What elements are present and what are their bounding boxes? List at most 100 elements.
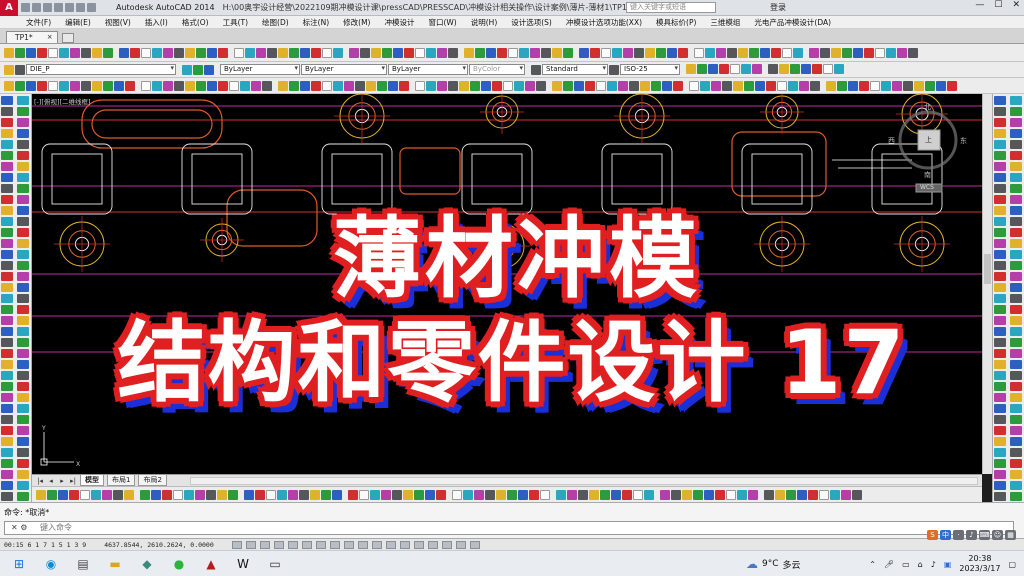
- toolbar-tool-icon[interactable]: [278, 80, 288, 91]
- toolbar-tool-icon[interactable]: [119, 47, 129, 58]
- status-toggle-button[interactable]: [357, 540, 368, 549]
- menu-item[interactable]: 编辑(E): [65, 17, 91, 28]
- toolbar-tool-icon[interactable]: [392, 489, 402, 500]
- side-tool-icon[interactable]: [17, 426, 29, 435]
- toolbar-tool-icon[interactable]: [686, 63, 696, 74]
- toolbar-tool-icon[interactable]: [256, 47, 266, 58]
- toolbar-tool-icon[interactable]: [812, 63, 822, 74]
- toolbar-tool-icon[interactable]: [366, 80, 376, 91]
- tab-layout1[interactable]: 布局1: [107, 475, 136, 486]
- toolbar-tool-icon[interactable]: [130, 47, 140, 58]
- side-tool-icon[interactable]: [1010, 162, 1022, 171]
- toolbar-tool-icon[interactable]: [830, 489, 840, 500]
- toolbar-tool-icon[interactable]: [425, 489, 435, 500]
- toolbar-tool-icon[interactable]: [748, 489, 758, 500]
- status-toggle-button[interactable]: [259, 540, 270, 549]
- toolbar-tool-icon[interactable]: [947, 80, 957, 91]
- status-toggle-button[interactable]: [273, 540, 284, 549]
- toolbar-tool-icon[interactable]: [697, 63, 707, 74]
- toolbar-tool-icon[interactable]: [382, 47, 392, 58]
- show-hidden-icon[interactable]: ⌃: [869, 560, 876, 569]
- side-tool-icon[interactable]: [994, 426, 1006, 435]
- toolbar-tool-icon[interactable]: [262, 80, 272, 91]
- toolbar-tool-icon[interactable]: [151, 489, 161, 500]
- toolbar-tool-icon[interactable]: [333, 47, 343, 58]
- next-tab-icon[interactable]: ▸: [58, 477, 66, 485]
- toolbar-tool-icon[interactable]: [892, 80, 902, 91]
- toolbar-tool-icon[interactable]: [267, 47, 277, 58]
- status-toggle-button[interactable]: [427, 540, 438, 549]
- toolbar-tool-icon[interactable]: [556, 489, 566, 500]
- file-explorer-icon[interactable]: ▬: [102, 553, 128, 575]
- toolbar-tool-icon[interactable]: [475, 47, 485, 58]
- toolbar-tool-icon[interactable]: [414, 489, 424, 500]
- toolbar-tool-icon[interactable]: [730, 63, 740, 74]
- toolbar-tool-icon[interactable]: [234, 47, 244, 58]
- wechat-icon[interactable]: ●: [166, 553, 192, 575]
- prev-tab-icon[interactable]: ◂: [47, 477, 55, 485]
- toolbar-tool-icon[interactable]: [81, 80, 91, 91]
- menu-item[interactable]: 冲模设计选项功能(XX): [566, 17, 642, 28]
- toolbar-tool-icon[interactable]: [705, 47, 715, 58]
- status-toggle-button[interactable]: [469, 540, 480, 549]
- toolbar-tool-icon[interactable]: [113, 489, 123, 500]
- toolbar-tool-icon[interactable]: [92, 47, 102, 58]
- viewcube-west[interactable]: 西: [888, 136, 895, 146]
- toolbar-tool-icon[interactable]: [722, 80, 732, 91]
- status-toggle-button[interactable]: [231, 540, 242, 549]
- toolbar-tool-icon[interactable]: [667, 47, 677, 58]
- status-toggle-button[interactable]: [315, 540, 326, 549]
- new-icon[interactable]: [21, 3, 30, 12]
- toolbar-tool-icon[interactable]: [819, 489, 829, 500]
- toolbar-tool-icon[interactable]: [377, 80, 387, 91]
- toolbar-tool-icon[interactable]: [4, 80, 14, 91]
- toolbar-tool-icon[interactable]: [415, 80, 425, 91]
- toolbar-tool-icon[interactable]: [497, 47, 507, 58]
- toolbar-tool-icon[interactable]: [70, 47, 80, 58]
- toolbar-tool-icon[interactable]: [37, 80, 47, 91]
- toolbar-tool-icon[interactable]: [733, 80, 743, 91]
- side-tool-icon[interactable]: [1010, 492, 1022, 501]
- toolbar-tool-icon[interactable]: [464, 47, 474, 58]
- toolbar-tool-icon[interactable]: [58, 489, 68, 500]
- toolbar-tool-icon[interactable]: [837, 80, 847, 91]
- toolbar-tool-icon[interactable]: [629, 80, 639, 91]
- toolbar-tool-icon[interactable]: [245, 47, 255, 58]
- toolbar-tool-icon[interactable]: [589, 489, 599, 500]
- toolbar-tool-icon[interactable]: [332, 489, 342, 500]
- layer-select[interactable]: DIE_P: [26, 64, 176, 75]
- toolbar-tool-icon[interactable]: [864, 47, 874, 58]
- toolbar-tool-icon[interactable]: [141, 47, 151, 58]
- video-app-icon[interactable]: ▭: [262, 553, 288, 575]
- lineweight-select[interactable]: ByLayer: [388, 64, 468, 75]
- toolbar-tool-icon[interactable]: [579, 47, 589, 58]
- toolbar-tool-icon[interactable]: [185, 47, 195, 58]
- toolbar-tool-icon[interactable]: [777, 80, 787, 91]
- edge-browser-icon[interactable]: ◉: [38, 553, 64, 575]
- toolbar-tool-icon[interactable]: [525, 80, 535, 91]
- autocad-task-icon[interactable]: ▲: [198, 553, 224, 575]
- toolbar-tool-icon[interactable]: [826, 80, 836, 91]
- toolbar-tool-icon[interactable]: [403, 489, 413, 500]
- toolbar-tool-icon[interactable]: [786, 489, 796, 500]
- toolbar-tool-icon[interactable]: [459, 80, 469, 91]
- toolbar-tool-icon[interactable]: [59, 47, 69, 58]
- windows-start-icon[interactable]: ⊞: [6, 553, 32, 575]
- menu-item[interactable]: 绘图(D): [262, 17, 289, 28]
- toolbar-tool-icon[interactable]: [881, 80, 891, 91]
- side-tool-icon[interactable]: [1, 129, 13, 138]
- side-tool-icon[interactable]: [994, 107, 1006, 116]
- side-tool-icon[interactable]: [17, 173, 29, 182]
- open-icon[interactable]: [32, 3, 41, 12]
- toolbar-tool-icon[interactable]: [266, 489, 276, 500]
- toolbar-tool-icon[interactable]: [355, 80, 365, 91]
- toolbar-tool-icon[interactable]: [426, 80, 436, 91]
- toolbar-tool-icon[interactable]: [788, 80, 798, 91]
- layer-manager-icon[interactable]: [4, 64, 14, 75]
- toolbar-tool-icon[interactable]: [808, 489, 818, 500]
- toolbar-tool-icon[interactable]: [530, 47, 540, 58]
- menu-item[interactable]: 格式(O): [182, 17, 209, 28]
- side-tool-icon[interactable]: [1010, 448, 1022, 457]
- toolbar-tool-icon[interactable]: [820, 47, 830, 58]
- toolbar-tool-icon[interactable]: [47, 489, 57, 500]
